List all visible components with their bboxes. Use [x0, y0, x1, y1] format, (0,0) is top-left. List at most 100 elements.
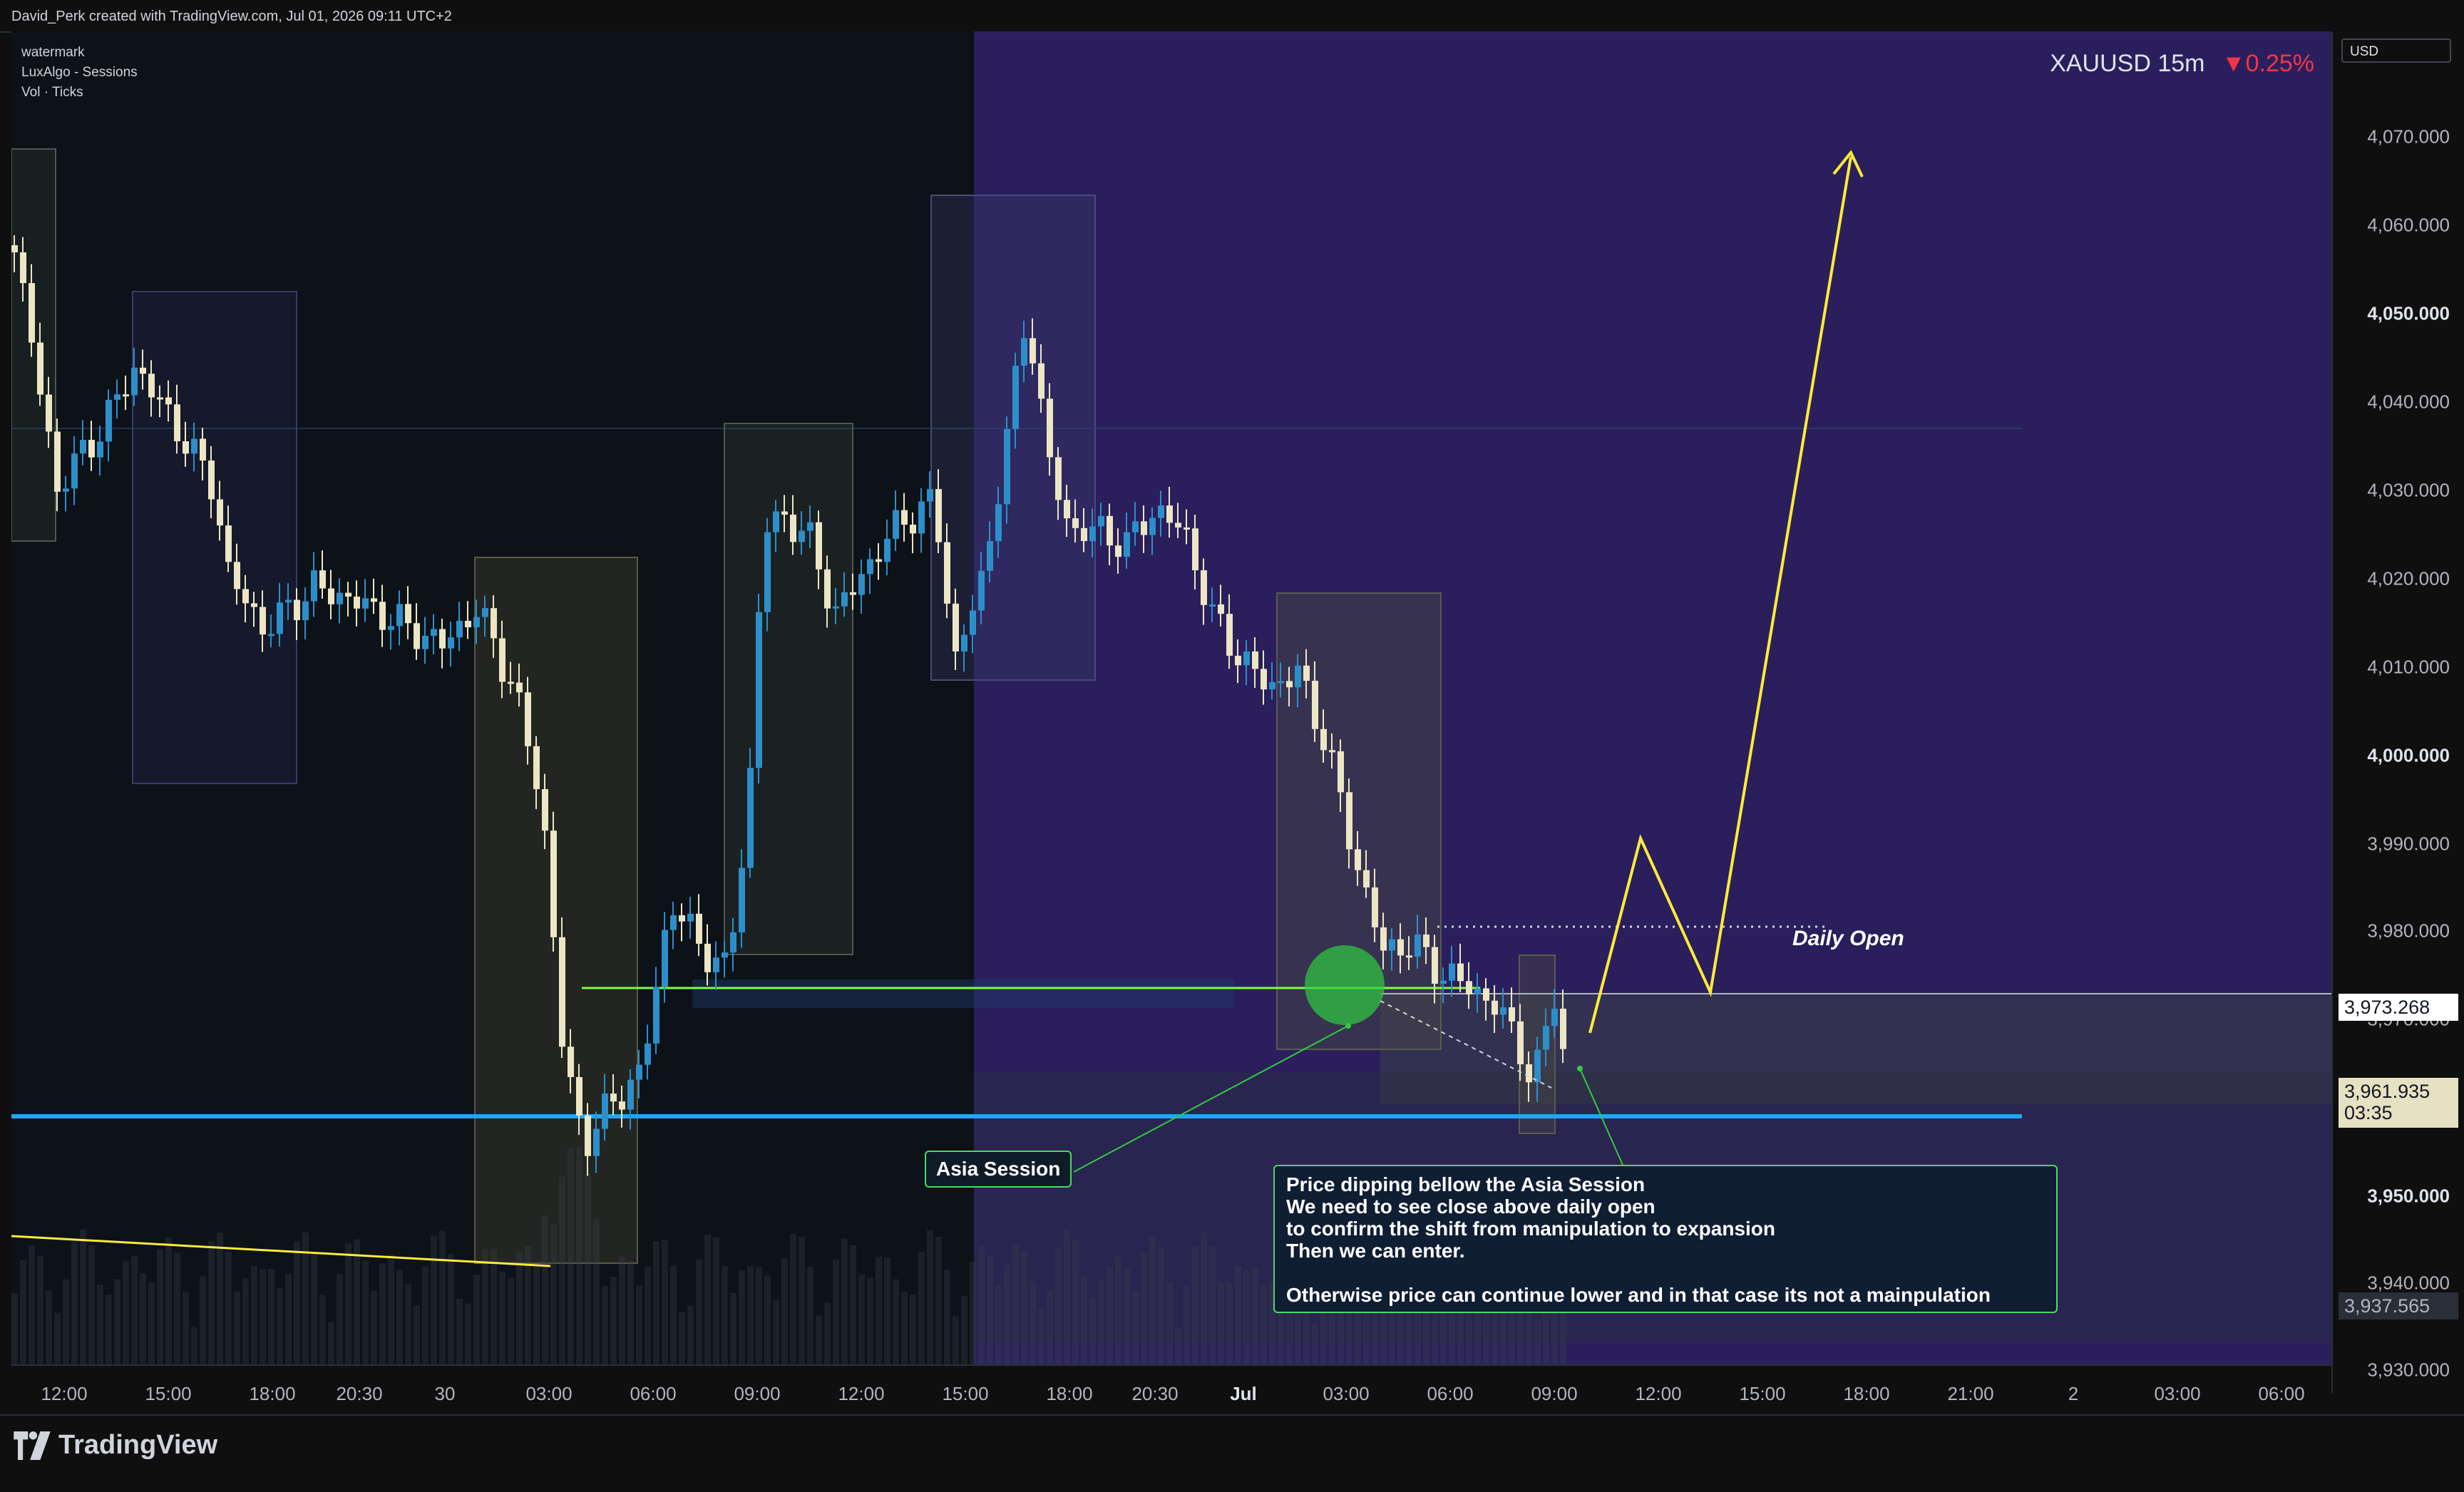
candle-body: [414, 623, 420, 649]
candle-body: [1012, 366, 1019, 429]
legend-sessions[interactable]: LuxAlgo - Sessions: [21, 63, 138, 83]
volume-bar: [901, 1292, 908, 1364]
legend-watermark[interactable]: watermark: [21, 43, 138, 63]
candle-body: [525, 692, 531, 746]
volume-bar: [20, 1260, 26, 1364]
tradingview-logo[interactable]: TradingView: [13, 1430, 217, 1461]
candle-body: [1551, 1008, 1558, 1027]
volume-bar: [508, 1277, 514, 1364]
volume-bar: [456, 1298, 463, 1364]
daily-open-label[interactable]: Daily Open: [1792, 927, 1904, 951]
candle-body: [910, 524, 916, 534]
volume-bar: [106, 1295, 112, 1364]
note-line: [1286, 1262, 2045, 1284]
volume-bar: [268, 1269, 274, 1364]
indicator-legend[interactable]: watermark LuxAlgo - Sessions Vol · Ticks: [21, 43, 138, 103]
volume-bar: [662, 1240, 668, 1364]
candle-body: [1115, 545, 1121, 557]
candle-body: [978, 570, 985, 611]
volume-bar: [140, 1273, 146, 1364]
currency-selector[interactable]: USD: [2341, 38, 2451, 63]
session-box-2: [132, 291, 297, 784]
candle-body: [371, 598, 377, 602]
candle-body: [294, 600, 300, 621]
volume-bar: [1141, 1254, 1147, 1364]
candle-body: [140, 367, 146, 374]
price-axis-label: 3,990.000: [2367, 833, 2450, 855]
volume-bar: [841, 1238, 848, 1364]
volume-bar: [987, 1255, 993, 1364]
candle-body: [1209, 604, 1216, 607]
candle-body: [1295, 665, 1301, 688]
price-axis-label: 3,930.000: [2367, 1359, 2450, 1381]
candle-body: [1517, 1021, 1524, 1064]
volume-bar: [910, 1295, 916, 1364]
volume-bar: [978, 1245, 985, 1364]
trade-note[interactable]: Price dipping bellow the Asia Session We…: [1273, 1165, 2058, 1313]
asia-session-label[interactable]: Asia Session: [925, 1151, 1072, 1188]
time-axis-label: 03:00: [525, 1383, 573, 1404]
volume-bar: [696, 1260, 702, 1364]
brand-name: TradingView: [58, 1430, 218, 1460]
volume-bar: [1132, 1290, 1139, 1364]
note-line: to confirm the shift from manipulation t…: [1286, 1218, 1776, 1240]
candle-body: [833, 606, 839, 609]
volume-bar: [1184, 1285, 1190, 1364]
candle-body: [354, 596, 360, 609]
volume-bar: [354, 1239, 360, 1364]
volume-bar: [29, 1245, 35, 1364]
volume-bar: [1115, 1255, 1121, 1364]
volume-bar: [1064, 1230, 1070, 1364]
candle-body: [37, 342, 43, 395]
candle-body: [884, 538, 890, 562]
volume-bar: [610, 1277, 617, 1364]
volume-bar: [1243, 1270, 1250, 1364]
volume-bar: [833, 1259, 839, 1364]
volume-bar: [1124, 1269, 1130, 1364]
candle-body: [927, 489, 933, 502]
bar-countdown: 03:35: [2344, 1102, 2393, 1123]
time-axis-label: 06:00: [630, 1383, 677, 1404]
time-axis[interactable]: 12:00 15:00 18:00 20:30 30 03:00 06:00 09:00 12:…: [11, 1364, 2331, 1416]
note-line: Then we can enter.: [1286, 1240, 1465, 1262]
volume-bar: [670, 1265, 677, 1364]
symbol-header[interactable]: XAUUSD 15m ▼0.25%: [2050, 50, 2314, 78]
volume-bar: [747, 1266, 754, 1364]
volume-bar: [687, 1305, 694, 1364]
volume-bar: [242, 1278, 249, 1364]
volume-bar: [234, 1291, 240, 1364]
candle-body: [1509, 1007, 1515, 1022]
candle-body: [1380, 927, 1387, 951]
legend-volume[interactable]: Vol · Ticks: [21, 83, 138, 103]
volume-bar: [739, 1270, 745, 1364]
volume-bar: [157, 1249, 163, 1364]
candle-body: [1560, 1008, 1566, 1049]
candle-body: [858, 574, 865, 595]
time-axis-label: 12:00: [1635, 1383, 1682, 1404]
candle-body: [850, 592, 856, 595]
candle-body: [1534, 1049, 1541, 1083]
candle-body: [396, 604, 403, 627]
volume-bar: [1201, 1232, 1207, 1364]
candle-body: [893, 510, 899, 539]
symbol-interval[interactable]: 15m: [2157, 50, 2204, 77]
volume-bar: [251, 1265, 257, 1364]
symbol-ticker[interactable]: XAUUSD: [2050, 50, 2151, 77]
volume-bar: [54, 1312, 61, 1364]
candle-body: [1098, 515, 1104, 527]
candle-body: [568, 1046, 574, 1077]
candle-body: [11, 245, 18, 252]
candle-body: [208, 461, 215, 500]
tradingview-logo-icon: [14, 1431, 51, 1460]
volume-bar: [174, 1252, 180, 1364]
chart-pane[interactable]: watermark LuxAlgo - Sessions Vol · Ticks…: [11, 31, 2331, 1393]
price-axis[interactable]: USD 4,070.000 4,060.000 4,050.000 4,040.000…: [2331, 31, 2464, 1393]
candle-body: [106, 399, 112, 442]
volume-bar: [533, 1266, 540, 1364]
volume-bar: [191, 1327, 197, 1364]
volume-bar: [131, 1255, 138, 1364]
candle-body: [1004, 428, 1010, 505]
candle-body: [867, 559, 873, 575]
time-axis-label: 12:00: [41, 1383, 88, 1404]
candle-body: [1406, 955, 1412, 958]
